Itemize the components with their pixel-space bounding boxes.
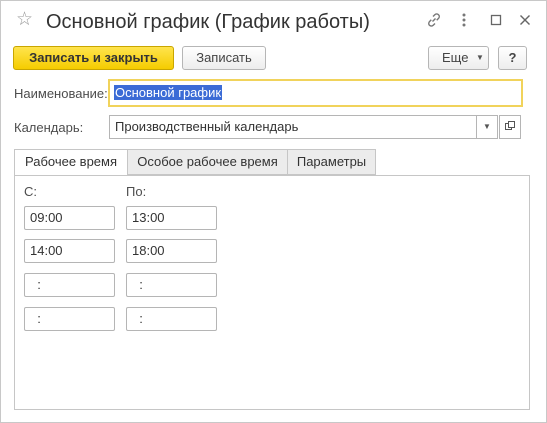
dropdown-arrow-icon: ▼ (483, 122, 491, 131)
calendar-label: Календарь: (14, 120, 84, 135)
time-from-field[interactable]: 14:00 (24, 239, 115, 263)
star-icon[interactable]: ☆ (16, 10, 33, 30)
name-field[interactable]: Основной график (108, 79, 523, 107)
time-from-field[interactable]: : (24, 307, 115, 331)
time-from-field[interactable]: : (24, 273, 115, 297)
working-time-panel: С: По: 09:00 13:00 14:00 18:00 : : : : (14, 175, 530, 410)
maximize-icon[interactable] (487, 11, 505, 29)
name-label: Наименование: (14, 86, 108, 101)
time-to-field[interactable]: 18:00 (126, 239, 217, 263)
more-vertical-icon[interactable] (455, 11, 473, 29)
tab-working-time[interactable]: Рабочее время (14, 149, 128, 176)
tab-parameters[interactable]: Параметры (287, 149, 376, 175)
help-button[interactable]: ? (498, 46, 527, 70)
more-menu-label: Еще (442, 50, 469, 65)
calendar-dropdown-button[interactable]: ▼ (476, 115, 498, 139)
to-label: По: (126, 184, 147, 199)
time-from-field[interactable]: 09:00 (24, 206, 115, 230)
save-button[interactable]: Записать (182, 46, 266, 70)
open-form-icon (505, 121, 515, 130)
window-title: Основной график (График работы) (46, 11, 370, 33)
tab-special-working-time[interactable]: Особое рабочее время (127, 149, 288, 175)
save-and-close-button[interactable]: Записать и закрыть (13, 46, 174, 70)
dropdown-arrow-icon: ▼ (476, 53, 484, 62)
time-to-field[interactable]: : (126, 273, 217, 297)
close-icon[interactable] (516, 11, 534, 29)
more-menu-button[interactable]: Еще ▼ (428, 46, 489, 70)
from-label: С: (24, 184, 37, 199)
calendar-field[interactable]: Производственный календарь (109, 115, 477, 139)
time-to-field[interactable]: 13:00 (126, 206, 217, 230)
title-bar: ☆ Основной график (График работы) (1, 1, 546, 39)
calendar-open-button[interactable] (499, 115, 521, 139)
link-icon[interactable] (425, 11, 443, 29)
name-field-value: Основной график (114, 85, 223, 100)
document-window: ☆ Основной график (График работы) Записа… (0, 0, 547, 423)
time-to-field[interactable]: : (126, 307, 217, 331)
